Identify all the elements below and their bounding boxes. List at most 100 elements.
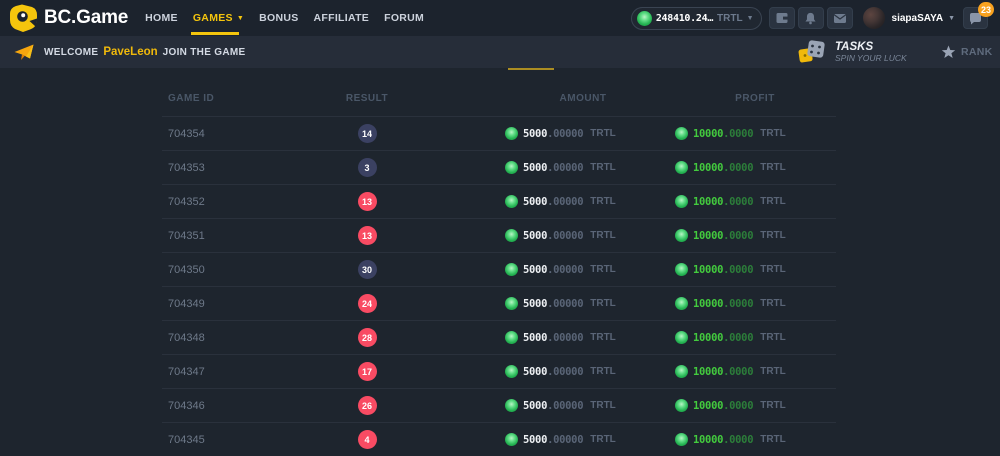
- chat-button[interactable]: 23: [963, 7, 988, 29]
- result-badge: 13: [358, 226, 377, 245]
- brand-logo[interactable]: BC.Game: [10, 4, 128, 32]
- wallet-icon: [775, 12, 789, 24]
- trtl-coin-icon: [675, 399, 688, 412]
- col-header-amount: AMOUNT: [492, 82, 674, 116]
- user-menu[interactable]: siapaSAYA ▼: [863, 7, 955, 29]
- balance-amount: 248410.24…: [656, 13, 713, 24]
- wallet-button[interactable]: [769, 7, 795, 29]
- result-badge: 26: [358, 396, 377, 415]
- welcome-prefix: WELCOME: [44, 47, 98, 58]
- rank-widget[interactable]: RANK: [941, 36, 993, 68]
- profit-cell: 10000.0000TRTL: [675, 117, 786, 150]
- col-header-game-id: GAME ID: [168, 82, 214, 116]
- result-cell: 13: [332, 219, 402, 252]
- result-badge: 3: [358, 158, 377, 177]
- welcome-suffix: JOIN THE GAME: [163, 47, 246, 58]
- amount-value: 5000.00000: [523, 400, 583, 412]
- trtl-coin-icon: [505, 297, 518, 310]
- amount-value: 5000.00000: [523, 298, 583, 310]
- trtl-coin-icon: [675, 331, 688, 344]
- trtl-coin-icon: [675, 195, 688, 208]
- currency-label: TRTL: [590, 128, 616, 139]
- amount-value: 5000.00000: [523, 366, 583, 378]
- currency-label: TRTL: [760, 196, 786, 207]
- tasks-widget[interactable]: TASKS SPIN YOUR LUCK: [798, 36, 907, 68]
- trtl-coin-icon: [505, 263, 518, 276]
- game-id: 704353: [168, 151, 205, 184]
- table-row[interactable]: 704354145000.00000TRTL10000.0000TRTL: [162, 116, 836, 150]
- tasks-title: TASKS: [835, 41, 907, 54]
- profit-cell: 10000.0000TRTL: [675, 219, 786, 252]
- table-row[interactable]: 704352135000.00000TRTL10000.0000TRTL: [162, 184, 836, 218]
- tasks-text: TASKS SPIN YOUR LUCK: [835, 41, 907, 64]
- notifications-button[interactable]: [798, 7, 824, 29]
- trtl-coin-icon: [505, 365, 518, 378]
- navbar-right: 248410.24… TRTL ▼: [631, 7, 988, 30]
- game-id: 704354: [168, 117, 205, 150]
- profit-cell: 10000.0000TRTL: [675, 253, 786, 286]
- amount-cell: 5000.00000TRTL: [505, 423, 616, 456]
- result-badge: 13: [358, 192, 377, 211]
- table-row[interactable]: 704351135000.00000TRTL10000.0000TRTL: [162, 218, 836, 252]
- trtl-coin-icon: [505, 127, 518, 140]
- amount-value: 5000.00000: [523, 332, 583, 344]
- profit-value: 10000.0000: [693, 366, 753, 378]
- chat-unread-badge: 23: [978, 2, 994, 17]
- welcome-player-name: PaveLeon: [103, 46, 157, 58]
- table-row[interactable]: 704348285000.00000TRTL10000.0000TRTL: [162, 320, 836, 354]
- profit-value: 10000.0000: [693, 400, 753, 412]
- profit-cell: 10000.0000 TRTL: [675, 355, 786, 388]
- currency-label: TRTL: [760, 434, 786, 445]
- currency-label: TRTL: [590, 196, 616, 207]
- nav-item-games[interactable]: GAMES▼: [193, 0, 244, 36]
- currency-label: TRTL: [590, 332, 616, 343]
- trtl-coin-icon: [505, 229, 518, 242]
- game-id: 704345: [168, 423, 205, 456]
- chevron-down-icon: ▼: [747, 15, 754, 22]
- table-row[interactable]: 704347175000.00000TRTL10000.0000TRTL: [162, 354, 836, 388]
- trtl-coin-icon: [505, 331, 518, 344]
- megaphone-icon: [13, 43, 35, 61]
- announcement-text[interactable]: WELCOME PaveLeon JOIN THE GAME: [44, 46, 245, 58]
- navbar-icon-buttons: [769, 7, 853, 29]
- profit-value: 10000.0000: [693, 196, 753, 208]
- table-row[interactable]: 70435335000.00000TRTL10000.0000TRTL: [162, 150, 836, 184]
- currency-label: TRTL: [590, 264, 616, 275]
- currency-label: TRTL: [760, 298, 786, 309]
- brand-name: BC.Game: [44, 7, 128, 29]
- table-row[interactable]: 704349245000.00000TRTL10000.0000TRTL: [162, 286, 836, 320]
- currency-label: TRTL: [590, 400, 616, 411]
- nav-item-home[interactable]: HOME: [145, 0, 178, 36]
- messages-button[interactable]: [827, 7, 853, 29]
- nav-item-forum[interactable]: FORUM: [384, 0, 424, 36]
- nav-item-bonus[interactable]: BONUS: [259, 0, 298, 36]
- balance-selector[interactable]: 248410.24… TRTL ▼: [631, 7, 762, 30]
- table-row[interactable]: 704345 4 5000.00000TRTL 10000.0000 TRTL: [162, 422, 836, 456]
- profit-value: 10000.0000: [693, 162, 753, 174]
- announcement-bar: WELCOME PaveLeon JOIN THE GAME TASKS SPI…: [0, 36, 1000, 68]
- trtl-coin-icon: [505, 195, 518, 208]
- table-row[interactable]: 704346265000.00000TRTL10000.0000TRTL: [162, 388, 836, 422]
- result-cell: 24: [332, 287, 402, 320]
- star-icon: [941, 45, 956, 59]
- bets-table: GAME ID RESULT AMOUNT PROFIT 70435414500…: [162, 82, 836, 456]
- table-row[interactable]: 704350305000.00000TRTL10000.0000TRTL: [162, 252, 836, 286]
- game-id: 704350: [168, 253, 205, 286]
- trtl-coin-icon: [675, 365, 688, 378]
- profit-value: 10000.0000: [693, 128, 753, 140]
- trtl-coin-icon: [675, 229, 688, 242]
- result-cell: 4: [332, 423, 402, 456]
- profit-value: 10000.0000: [693, 230, 753, 242]
- profit-value: 10000.0000: [693, 434, 753, 446]
- game-id: 704351: [168, 219, 205, 252]
- currency-label: TRTL: [760, 400, 786, 411]
- nav-item-affiliate[interactable]: AFFILIATE: [314, 0, 370, 36]
- amount-cell: 5000.00000 TRTL: [505, 389, 616, 422]
- currency-label: TRTL: [760, 366, 786, 377]
- amount-cell: 5000.00000 TRTL: [505, 287, 616, 320]
- profit-value: 10000.0000: [693, 298, 753, 310]
- currency-label: TRTL: [590, 298, 616, 309]
- result-badge: 14: [358, 124, 377, 143]
- col-header-result: RESULT: [332, 82, 402, 116]
- trtl-coin-icon: [675, 161, 688, 174]
